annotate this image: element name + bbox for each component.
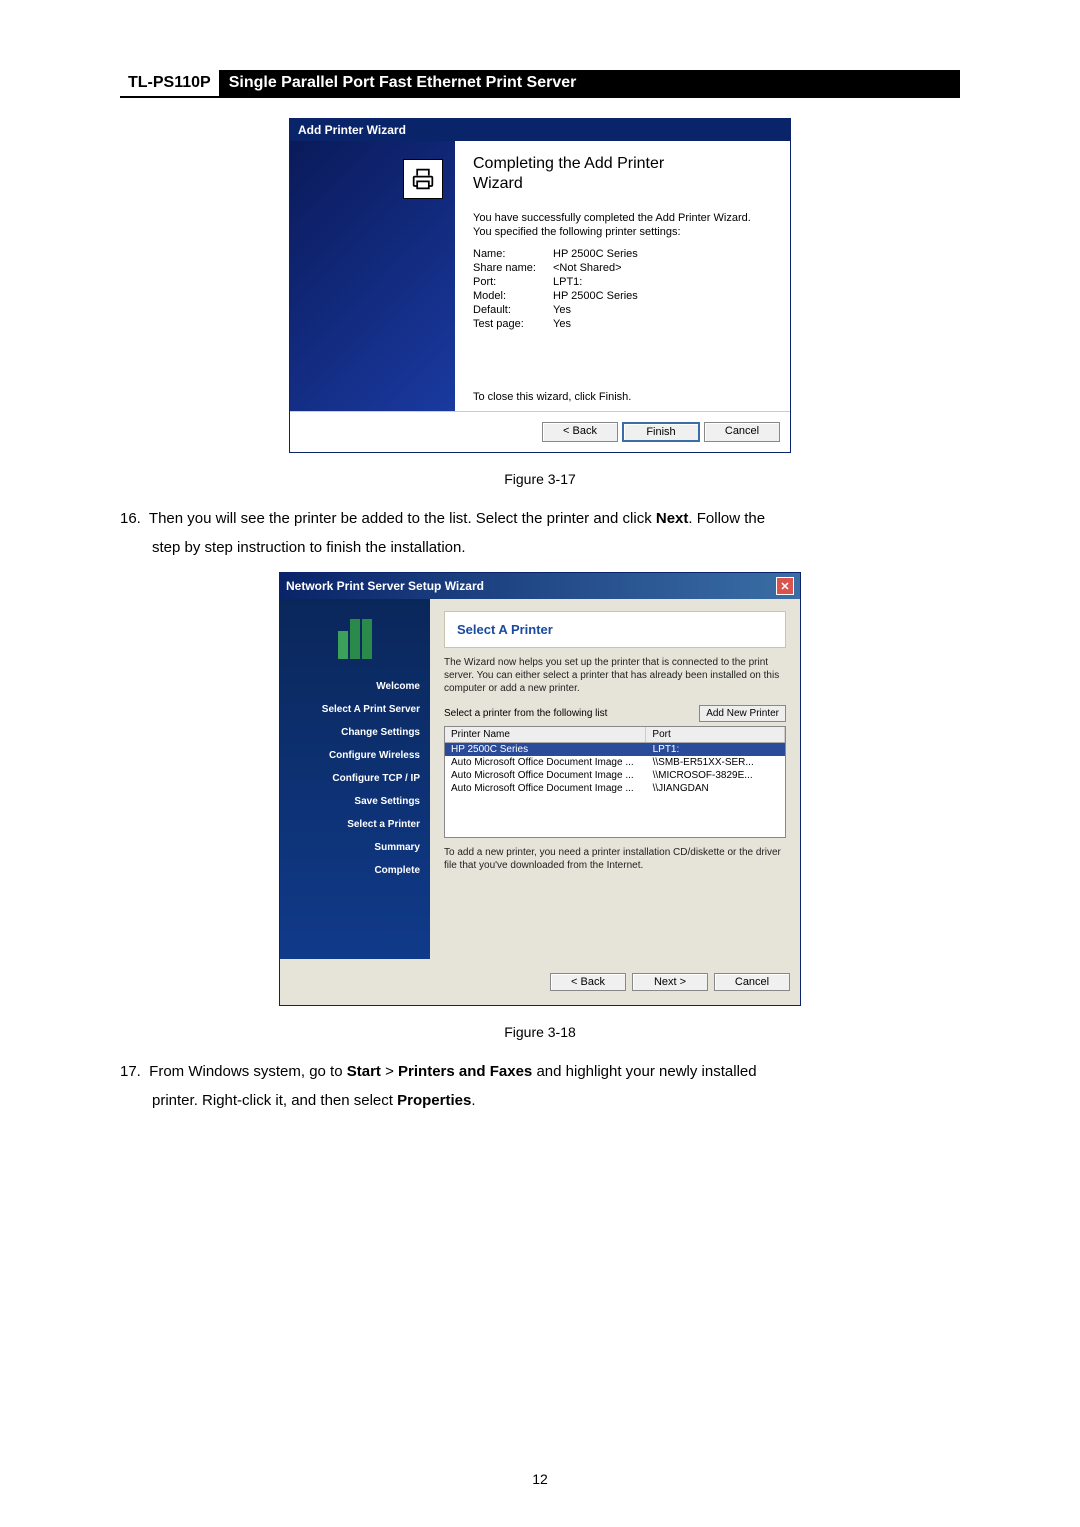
next-button[interactable]: Next >	[632, 973, 708, 991]
document-page: TL-PS110P Single Parallel Port Fast Ethe…	[0, 0, 1080, 1527]
list-header: Printer Name Port	[445, 727, 785, 743]
close-icon[interactable]: ✕	[776, 577, 794, 595]
select-label: Select a printer from the following list	[444, 708, 607, 719]
close-note: To close this wizard, click Finish.	[473, 371, 772, 403]
gt-1: >	[381, 1063, 398, 1080]
label-default: Default:	[473, 304, 553, 316]
wizard-description: You have successfully completed the Add …	[473, 211, 772, 240]
desc-line2: You specified the following printer sett…	[473, 226, 681, 238]
figure-caption-1: Figure 3-17	[120, 471, 960, 487]
product-name: Single Parallel Port Fast Ethernet Print…	[219, 70, 960, 96]
wizard2-sidebar: Welcome Select A Print Server Change Set…	[280, 599, 430, 959]
wizard2-description: The Wizard now helps you set up the prin…	[444, 656, 786, 695]
step-17: 17. From Windows system, go to Start > P…	[120, 1058, 960, 1115]
col-printer-name: Printer Name	[445, 727, 646, 742]
wizard-body: Completing the Add Printer Wizard You ha…	[290, 141, 790, 411]
value-default: Yes	[553, 304, 571, 316]
step16-text-b: . Follow the	[688, 510, 765, 527]
value-share: <Not Shared>	[553, 262, 622, 274]
sidebar-item-select-server[interactable]: Select A Print Server	[280, 698, 430, 721]
desc-line1: You have successfully completed the Add …	[473, 212, 751, 224]
list-row[interactable]: Auto Microsoft Office Document Image ...…	[445, 756, 785, 769]
wizard2-title: Network Print Server Setup Wizard	[286, 579, 484, 593]
sidebar-item-tcpip[interactable]: Configure TCP / IP	[280, 767, 430, 790]
wizard-buttons: < Back Finish Cancel	[290, 411, 790, 452]
row0-port: LPT1:	[647, 743, 785, 756]
model-number: TL-PS110P	[120, 70, 219, 96]
printer-svg	[409, 165, 437, 193]
cancel-button-2[interactable]: Cancel	[714, 973, 790, 991]
back-button-2[interactable]: < Back	[550, 973, 626, 991]
list-row[interactable]: Auto Microsoft Office Document Image ...…	[445, 769, 785, 782]
sidebar-item-wireless[interactable]: Configure Wireless	[280, 744, 430, 767]
sidebar-item-select-printer[interactable]: Select a Printer	[280, 813, 430, 836]
printers-bold: Printers and Faxes	[398, 1063, 532, 1080]
next-bold: Next	[656, 510, 689, 527]
finish-button[interactable]: Finish	[622, 422, 700, 442]
sidebar-item-welcome[interactable]: Welcome	[280, 675, 430, 698]
printer-settings: Name:HP 2500C Series Share name:<Not Sha…	[473, 248, 772, 332]
select-row: Select a printer from the following list…	[444, 705, 786, 722]
wizard-heading-line1: Completing the Add Printer	[473, 155, 772, 173]
back-button[interactable]: < Back	[542, 422, 618, 442]
figure-caption-2: Figure 3-18	[120, 1024, 960, 1040]
value-port: LPT1:	[553, 276, 582, 288]
row3-name: Auto Microsoft Office Document Image ...	[445, 782, 647, 795]
list-row[interactable]: HP 2500C Series LPT1:	[445, 743, 785, 756]
row2-port: \\MICROSOF-3829E...	[647, 769, 785, 782]
step16-text-c: step by step instruction to finish the i…	[152, 534, 960, 563]
sidebar-item-summary[interactable]: Summary	[280, 836, 430, 859]
label-testpage: Test page:	[473, 318, 553, 330]
row2-name: Auto Microsoft Office Document Image ...	[445, 769, 647, 782]
wizard2-main: Select A Printer The Wizard now helps yo…	[430, 599, 800, 959]
wizard-sidebar-image	[290, 141, 455, 411]
add-printer-wizard-dialog: Add Printer Wizard Completing the Add Pr…	[289, 118, 791, 453]
step17-line2: printer. Right-click it, and then select…	[152, 1087, 960, 1116]
properties-bold: Properties	[397, 1092, 471, 1109]
cancel-button[interactable]: Cancel	[704, 422, 780, 442]
wizard2-buttons: < Back Next > Cancel	[280, 959, 800, 1005]
label-port: Port:	[473, 276, 553, 288]
value-name: HP 2500C Series	[553, 248, 638, 260]
label-model: Model:	[473, 290, 553, 302]
printer-icon	[403, 159, 443, 199]
row1-name: Auto Microsoft Office Document Image ...	[445, 756, 647, 769]
col-port: Port	[646, 727, 785, 742]
add-new-printer-button[interactable]: Add New Printer	[699, 705, 786, 722]
wizard2-body: Welcome Select A Print Server Change Set…	[280, 599, 800, 959]
sidebar-item-complete[interactable]: Complete	[280, 859, 430, 882]
wizard-title: Add Printer Wizard	[290, 119, 790, 141]
panel-title: Select A Printer	[444, 611, 786, 648]
wizard2-titlebar: Network Print Server Setup Wizard ✕	[280, 573, 800, 599]
value-model: HP 2500C Series	[553, 290, 638, 302]
step17-text-b: and highlight your newly installed	[532, 1063, 756, 1080]
wizard-content: Completing the Add Printer Wizard You ha…	[455, 141, 790, 411]
start-bold: Start	[347, 1063, 381, 1080]
page-number: 12	[0, 1471, 1080, 1487]
doc-header: TL-PS110P Single Parallel Port Fast Ethe…	[120, 70, 960, 98]
list-row[interactable]: Auto Microsoft Office Document Image ...…	[445, 782, 785, 795]
step-16: 16. Then you will see the printer be add…	[120, 505, 960, 562]
value-testpage: Yes	[553, 318, 571, 330]
brand-logo	[280, 609, 430, 669]
sidebar-item-save[interactable]: Save Settings	[280, 790, 430, 813]
row0-name: HP 2500C Series	[445, 743, 647, 756]
add-printer-note: To add a new printer, you need a printer…	[444, 846, 786, 872]
row3-port: \\JIANGDAN	[647, 782, 785, 795]
network-setup-wizard-dialog: Network Print Server Setup Wizard ✕ Welc…	[279, 572, 801, 1006]
label-name: Name:	[473, 248, 553, 260]
step17-text-a: 17. From Windows system, go to	[120, 1063, 347, 1080]
wizard-heading-line2: Wizard	[473, 175, 772, 193]
row1-port: \\SMB-ER51XX-SER...	[647, 756, 785, 769]
printer-list[interactable]: Printer Name Port HP 2500C Series LPT1: …	[444, 726, 786, 838]
label-share: Share name:	[473, 262, 553, 274]
sidebar-item-change-settings[interactable]: Change Settings	[280, 721, 430, 744]
step16-text-a: 16. Then you will see the printer be add…	[120, 510, 656, 527]
